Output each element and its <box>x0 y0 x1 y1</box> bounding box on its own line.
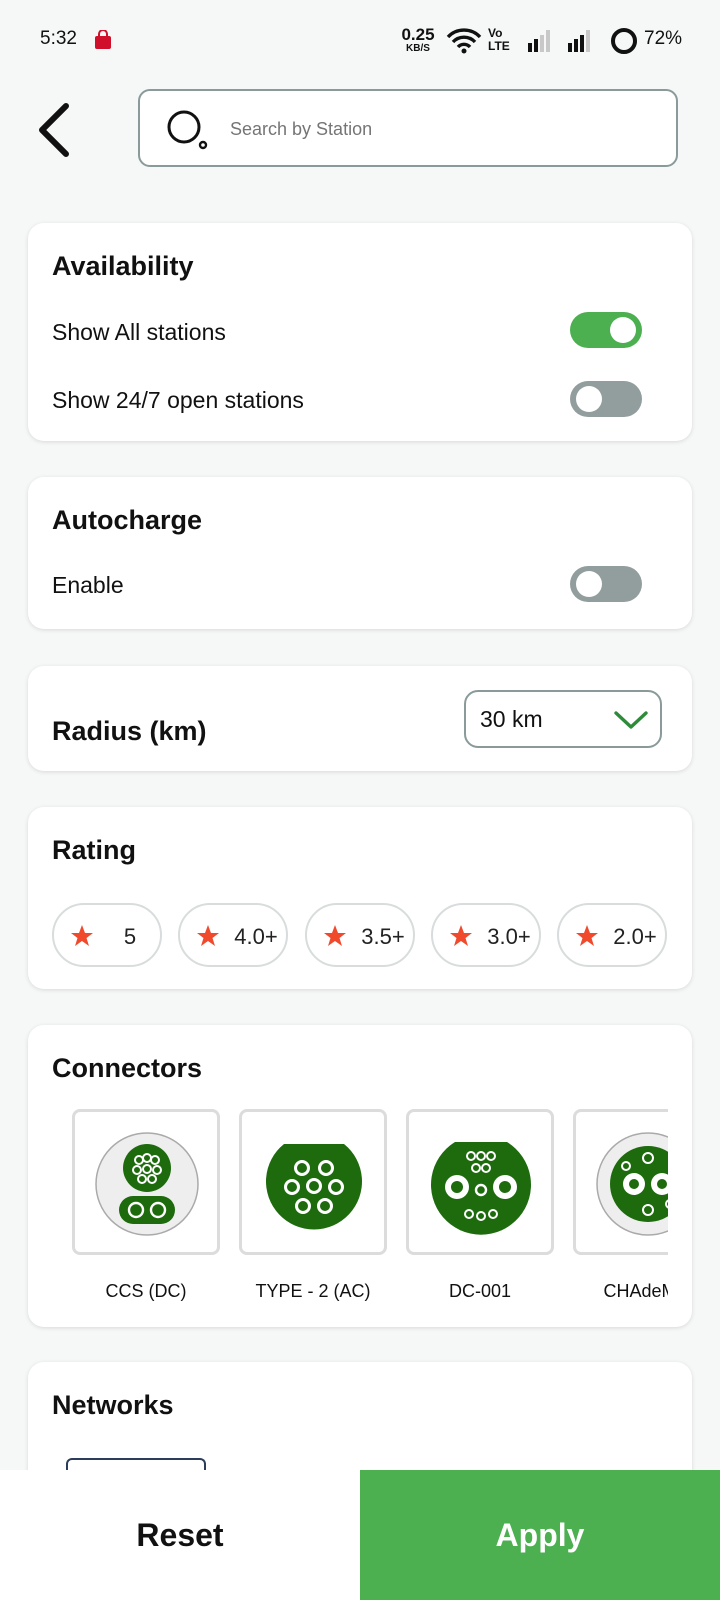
connectors-title: Connectors <box>52 1053 203 1083</box>
show-24-7-stations-label: Show 24/7 open stations <box>52 387 304 413</box>
rating-chip-4[interactable]: 4.0+ <box>178 903 288 967</box>
radius-dropdown[interactable]: 30 km <box>464 690 662 748</box>
availability-title: Availability <box>52 251 194 281</box>
chevron-down-icon <box>614 711 648 729</box>
toggle-knob <box>610 317 636 343</box>
rating-title: Rating <box>52 835 136 865</box>
signal-icon <box>528 30 550 52</box>
rating-chip-label: 4.0+ <box>234 924 278 949</box>
chevron-left-icon <box>39 103 69 157</box>
dc-001-connector-icon <box>431 1142 531 1235</box>
bottom-action-bar: Reset Apply <box>0 1470 720 1600</box>
radius-card: Radius (km) 30 km <box>28 666 692 771</box>
toggle-knob <box>576 571 602 597</box>
rating-chip-5[interactable]: 5 <box>52 903 162 967</box>
connector-chademo[interactable] <box>573 1109 668 1255</box>
rating-chip-label: 5 <box>123 924 137 949</box>
volte-indicator: Vo LTE <box>488 26 510 53</box>
rating-chip-2[interactable]: 2.0+ <box>557 903 667 967</box>
rating-chip-label: 3.0+ <box>487 924 531 949</box>
show-all-stations-toggle[interactable] <box>570 312 642 348</box>
back-button[interactable] <box>36 100 76 160</box>
search-icon <box>167 110 208 150</box>
reset-button[interactable]: Reset <box>0 1470 360 1600</box>
connector-type-2[interactable] <box>239 1109 387 1255</box>
autocharge-title: Autocharge <box>52 505 203 535</box>
autocharge-enable-toggle[interactable] <box>570 566 642 602</box>
show-24-7-stations-toggle[interactable] <box>570 381 642 417</box>
battery-percentage: 72% <box>644 28 683 49</box>
radius-title: Radius (km) <box>52 716 207 746</box>
wifi-icon <box>446 28 482 54</box>
star-icon <box>324 925 346 946</box>
rating-chip-label: 2.0+ <box>613 924 657 949</box>
rating-card: Rating 5 4.0+ 3.5+ 3.0+ 2.0+ <box>28 807 692 989</box>
radius-selected-value: 30 km <box>480 706 543 732</box>
signal-icon <box>568 30 590 52</box>
search-bar[interactable] <box>138 89 678 167</box>
rating-chip-label: 3.5+ <box>361 924 405 949</box>
rating-chip-3[interactable]: 3.0+ <box>431 903 541 967</box>
show-all-stations-label: Show All stations <box>52 319 226 345</box>
type-2-connector-icon <box>266 1144 362 1230</box>
star-icon <box>450 925 472 946</box>
apply-button[interactable]: Apply <box>360 1470 720 1600</box>
status-bar: 5:32 0.25 KB/S Vo LTE 72% <box>0 0 720 80</box>
shopping-bag-icon <box>95 30 111 49</box>
toggle-knob <box>576 386 602 412</box>
network-speed: 0.25 KB/S <box>401 25 435 54</box>
autocharge-card: Autocharge Enable <box>28 477 692 629</box>
networks-title: Networks <box>52 1390 174 1420</box>
autocharge-enable-label: Enable <box>52 572 124 598</box>
battery-icon <box>611 28 637 54</box>
connector-ccs-label: CCS (DC) <box>105 1281 187 1301</box>
search-input[interactable] <box>230 119 650 140</box>
connectors-carousel[interactable]: CCS (DC) TYPE - 2 (AC) DC-001 CHAde <box>28 1109 668 1329</box>
ccs-connector-icon <box>95 1132 199 1236</box>
star-icon <box>71 925 93 946</box>
connector-type-2-label: TYPE - 2 (AC) <box>255 1281 371 1301</box>
connector-chademo-label: CHAdeMO <box>603 1281 668 1301</box>
connector-dc-001-label: DC-001 <box>448 1281 512 1301</box>
rating-chip-3-5[interactable]: 3.5+ <box>305 903 415 967</box>
availability-card: Availability Show All stations Show 24/7… <box>28 223 692 441</box>
chademo-connector-icon <box>596 1132 668 1236</box>
connectors-card: Connectors CCS (DC) TYPE - 2 (AC) DC-001… <box>28 1025 692 1327</box>
connector-dc-001[interactable] <box>406 1109 554 1255</box>
connector-ccs[interactable] <box>72 1109 220 1255</box>
star-icon <box>576 925 598 946</box>
status-time: 5:32 <box>40 28 77 49</box>
star-icon <box>197 925 219 946</box>
